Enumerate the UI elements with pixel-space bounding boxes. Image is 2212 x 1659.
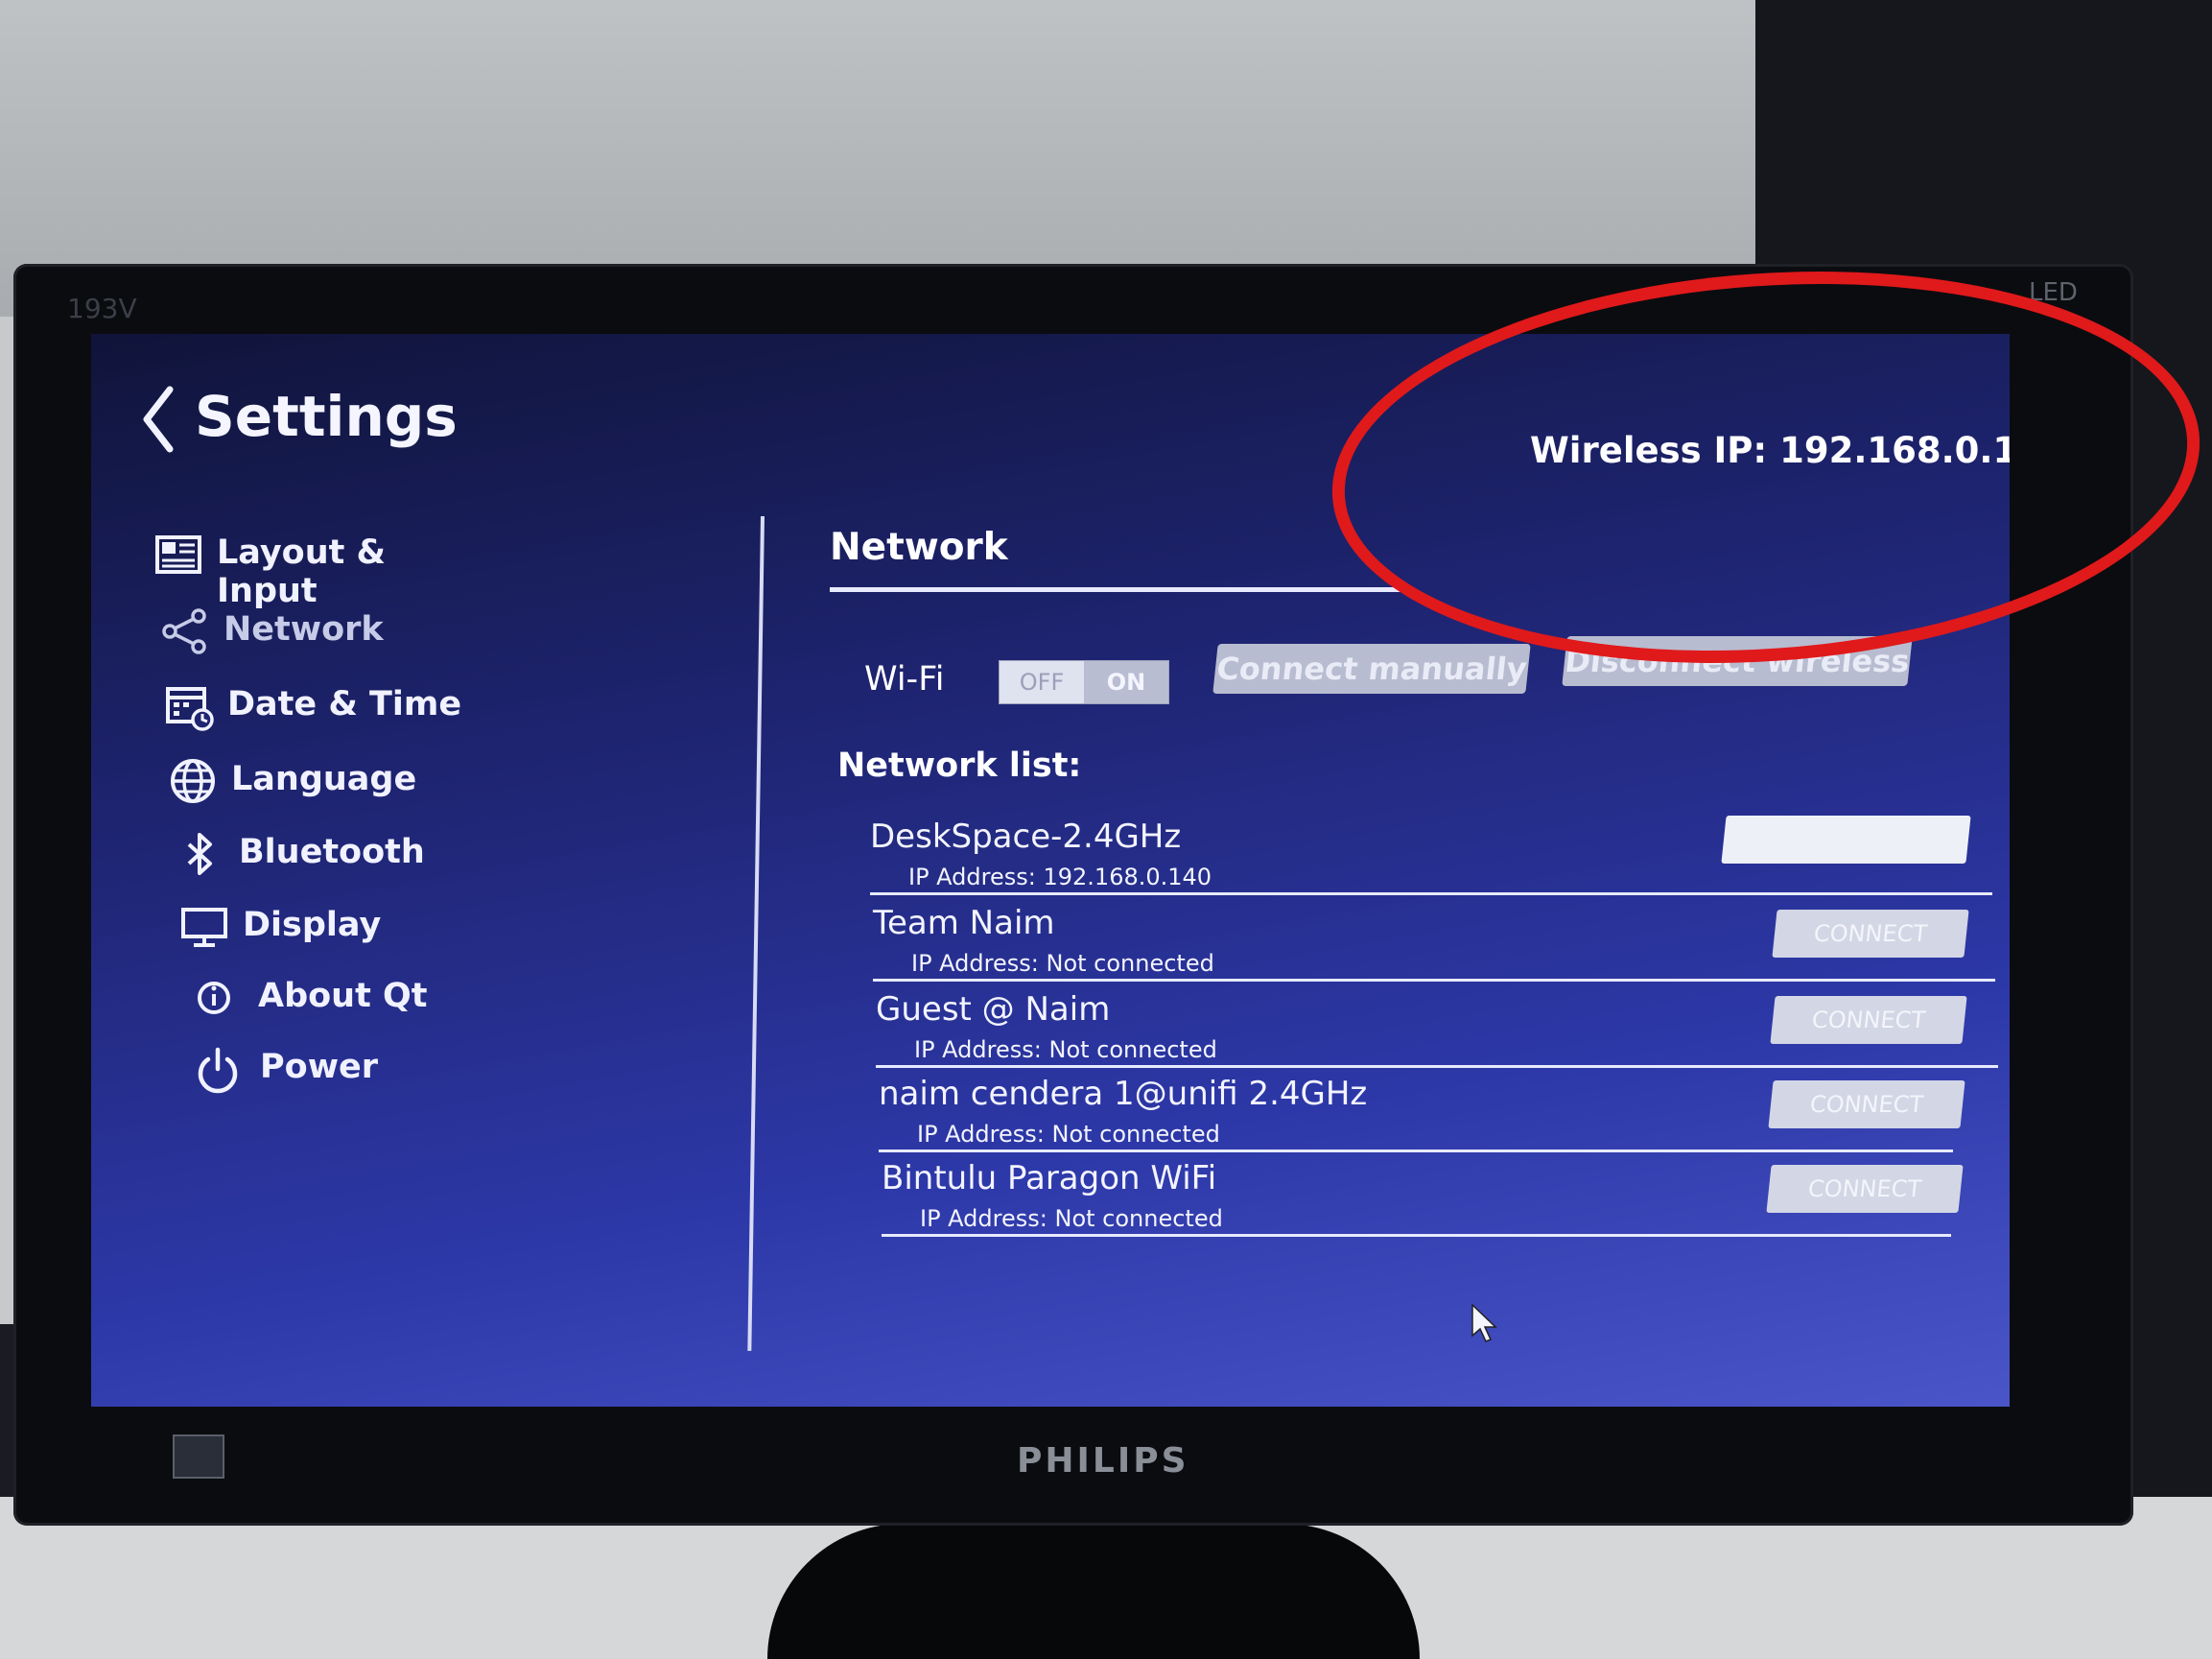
network-row[interactable]: Bintulu Paragon WiFi IP Address: Not con…: [882, 1159, 2004, 1244]
row-divider: [879, 1149, 1953, 1152]
sidebar-item-power[interactable]: Power: [197, 1040, 484, 1098]
info-icon: [198, 982, 230, 1014]
sidebar-item-label: Language: [231, 760, 417, 798]
network-name: DeskSpace-2.4GHz: [870, 818, 1182, 856]
wifi-toggle-off[interactable]: OFF: [1000, 661, 1084, 703]
sidebar-item-label: Layout & Input: [217, 533, 387, 610]
row-divider: [870, 892, 1992, 895]
sidebar-item-label: About Qt: [258, 977, 428, 1015]
ip-value: Not connected: [1046, 950, 1214, 977]
network-name: naim cendera 1@unifi 2.4GHz: [879, 1075, 1368, 1113]
ip-prefix: IP Address:: [908, 864, 1044, 890]
sidebar-item-label: Date & Time: [227, 685, 462, 723]
network-row[interactable]: DeskSpace-2.4GHz IP Address: 192.168.0.1…: [870, 816, 1992, 902]
calendar-clock-icon: [166, 687, 214, 731]
layout-icon: [155, 535, 201, 574]
connect-button[interactable]: CONNECT: [1766, 1165, 1964, 1213]
sidebar-item-display[interactable]: Display: [179, 898, 486, 956]
monitor-stand: [767, 1524, 1420, 1659]
sidebar-item-bluetooth[interactable]: Bluetooth: [176, 825, 482, 883]
energy-star-icon: [173, 1434, 224, 1479]
sidebar-item-date-time[interactable]: Date & Time: [164, 677, 481, 735]
wifi-toggle-on[interactable]: ON: [1084, 661, 1168, 703]
connect-button[interactable]: CONNECT: [1768, 1080, 1965, 1128]
section-heading: Network: [830, 526, 1008, 569]
sidebar-item-about-qt[interactable]: About Qt: [195, 969, 482, 1027]
mouse-cursor-icon: [1471, 1303, 1497, 1342]
bluetooth-icon: [187, 833, 212, 875]
ip-prefix: IP Address:: [917, 1121, 1052, 1148]
ip-prefix: IP Address:: [911, 950, 1047, 977]
network-ip: IP Address: Not connected: [917, 1121, 1220, 1148]
row-divider: [873, 979, 1995, 982]
page-title: Settings: [195, 384, 458, 449]
ip-value: Not connected: [1051, 1121, 1220, 1148]
network-name: Team Naim: [873, 904, 1055, 942]
share-network-icon: [162, 608, 206, 654]
network-ip: IP Address: 192.168.0.140: [908, 864, 1212, 890]
sidebar-item-language[interactable]: Language: [168, 752, 475, 810]
network-ip: IP Address: Not connected: [911, 950, 1214, 977]
sidebar-item-label: Network: [224, 610, 384, 649]
ip-prefix: IP Address:: [920, 1205, 1055, 1232]
connect-manually-button[interactable]: Connect manually: [1212, 644, 1531, 694]
network-row[interactable]: Team Naim IP Address: Not connected CONN…: [873, 904, 1995, 988]
wifi-toggle[interactable]: OFF ON: [999, 660, 1169, 704]
chevron-left-icon: [143, 386, 174, 453]
network-name: Bintulu Paragon WiFi: [882, 1159, 1217, 1197]
section-underline: [830, 587, 1410, 592]
ip-value: Not connected: [1054, 1205, 1223, 1232]
network-action-button[interactable]: [1721, 816, 1971, 864]
sidebar-item-network[interactable]: Network: [160, 603, 477, 660]
ip-value: 192.168.0.140: [1043, 864, 1212, 890]
network-list-label: Network list:: [837, 747, 1082, 785]
sidebar-divider: [747, 515, 765, 1351]
monitor-model-label: 193V: [67, 293, 137, 324]
sidebar-item-layout-input[interactable]: Layout & Input: [153, 526, 480, 610]
row-divider: [882, 1234, 1951, 1237]
monitor-icon: [181, 908, 227, 947]
network-ip: IP Address: Not connected: [920, 1205, 1223, 1232]
ip-prefix: IP Address:: [914, 1036, 1049, 1063]
back-button[interactable]: Settings: [139, 378, 465, 455]
row-divider: [876, 1065, 1998, 1068]
connect-button[interactable]: CONNECT: [1770, 996, 1967, 1044]
network-name: Guest @ Naim: [876, 990, 1111, 1029]
power-icon: [198, 1047, 238, 1094]
wifi-label: Wi-Fi: [864, 660, 945, 699]
globe-icon: [171, 759, 215, 803]
sidebar-item-label: Power: [260, 1048, 379, 1086]
sidebar-item-label: Display: [243, 906, 382, 944]
sidebar-item-label: Bluetooth: [239, 833, 425, 871]
network-ip: IP Address: Not connected: [914, 1036, 1217, 1063]
connect-button[interactable]: CONNECT: [1772, 910, 1969, 958]
network-row[interactable]: naim cendera 1@unifi 2.4GHz IP Address: …: [879, 1075, 2001, 1159]
network-row[interactable]: Guest @ Naim IP Address: Not connected C…: [876, 990, 1998, 1075]
ip-value: Not connected: [1048, 1036, 1217, 1063]
monitor-brand-logo: PHILIPS: [1017, 1441, 1189, 1481]
